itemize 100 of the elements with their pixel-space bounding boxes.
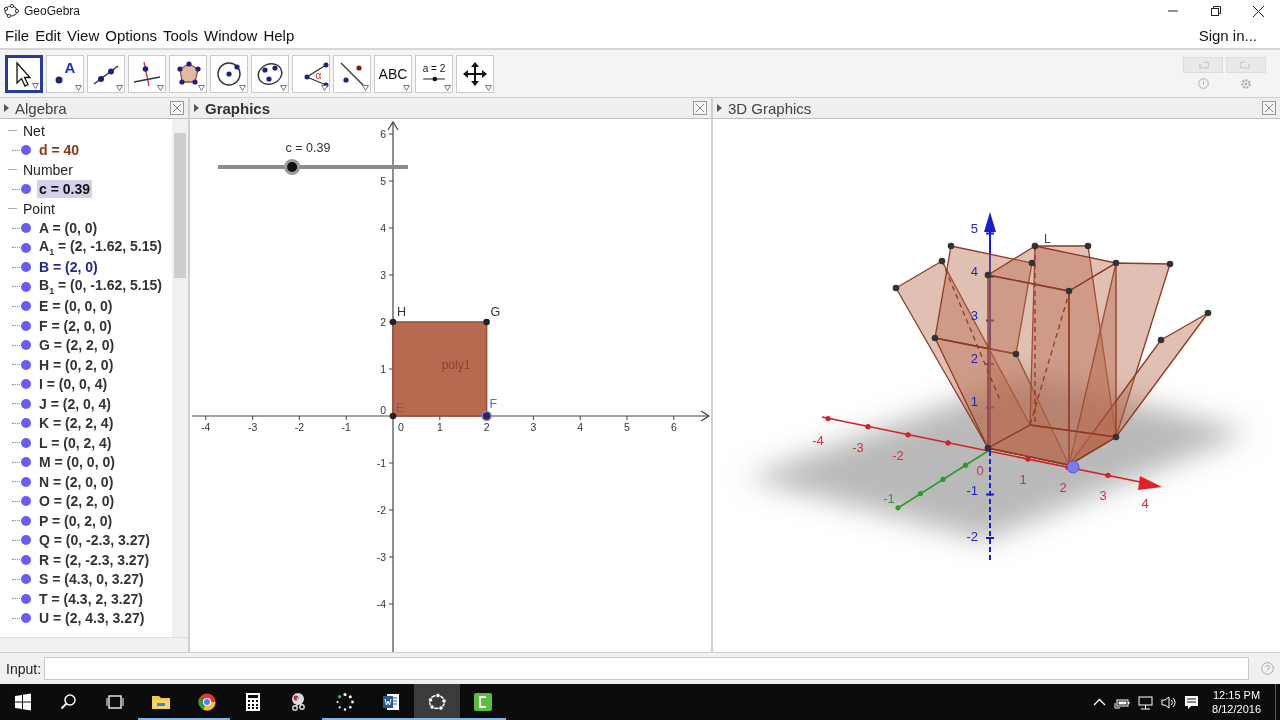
menu-item[interactable]: Help bbox=[260, 26, 298, 44]
axis-label: 1 bbox=[970, 394, 978, 409]
visibility-dot-icon[interactable] bbox=[21, 301, 31, 312]
notification-icon[interactable] bbox=[1183, 693, 1201, 711]
visibility-dot-icon[interactable] bbox=[21, 574, 31, 585]
panel-title: Algebra bbox=[15, 99, 67, 117]
caret-icon bbox=[198, 84, 205, 91]
input-field[interactable] bbox=[44, 657, 1249, 680]
vertex-point bbox=[931, 334, 939, 342]
axis-label: 0 bbox=[380, 404, 386, 416]
tool-button[interactable]: ABC bbox=[374, 54, 412, 93]
algebra-item[interactable]: M = (0, 0, 0) bbox=[37, 453, 117, 472]
tool-button[interactable]: a = 2 bbox=[415, 54, 453, 93]
visibility-dot-icon[interactable] bbox=[21, 242, 31, 253]
visibility-dot-icon[interactable] bbox=[21, 281, 31, 292]
visibility-dot-icon[interactable] bbox=[21, 496, 31, 507]
algebra-item[interactable]: Q = (0, -2.3, 3.27) bbox=[37, 531, 152, 550]
visibility-dot-icon[interactable] bbox=[21, 340, 31, 351]
menu-item[interactable]: Window bbox=[201, 26, 261, 44]
algebra-item[interactable]: T = (4.3, 2, 3.27) bbox=[37, 589, 145, 608]
visibility-dot-icon[interactable] bbox=[21, 223, 31, 234]
algebra-item[interactable]: B$_{1}$ = (0, -1.62, 5.15) bbox=[37, 276, 164, 298]
expand-arrow-icon[interactable] bbox=[717, 104, 722, 112]
calculator-icon bbox=[243, 692, 263, 712]
sign-in-link[interactable]: Sign in... bbox=[1192, 25, 1263, 45]
minimize-icon bbox=[1167, 10, 1178, 12]
slider-thumb[interactable] bbox=[284, 159, 301, 175]
algebra-item[interactable]: c = 0.39 bbox=[37, 180, 92, 199]
visibility-dot-icon[interactable] bbox=[21, 320, 31, 331]
visibility-dot-icon[interactable] bbox=[21, 437, 31, 448]
algebra-item[interactable]: U = (2, 4.3, 3.27) bbox=[37, 609, 147, 628]
visibility-dot-icon[interactable] bbox=[21, 515, 31, 526]
visibility-dot-icon[interactable] bbox=[21, 398, 31, 409]
algebra-item[interactable]: I = (0, 0, 4) bbox=[37, 375, 110, 394]
visibility-dot-icon[interactable] bbox=[21, 379, 31, 390]
algebra-item[interactable]: F = (2, 0, 0) bbox=[37, 316, 114, 335]
axis-label: -3 bbox=[247, 421, 258, 433]
close-icon bbox=[1253, 5, 1264, 17]
expand-arrow-icon[interactable] bbox=[194, 104, 199, 112]
visibility-dot-icon[interactable] bbox=[21, 593, 31, 604]
visibility-dot-icon[interactable] bbox=[21, 476, 31, 487]
axis-label: 6 bbox=[670, 421, 677, 433]
algebra-item[interactable]: S = (4.3, 0, 3.27) bbox=[37, 570, 146, 589]
restore-icon bbox=[1210, 6, 1221, 16]
visibility-dot-icon[interactable] bbox=[21, 457, 31, 468]
clock-time[interactable]: 12:15 PM bbox=[1213, 688, 1261, 702]
visibility-dot-icon[interactable] bbox=[21, 554, 31, 565]
point-icon bbox=[1066, 460, 1080, 474]
axis-label: 3 bbox=[530, 421, 537, 433]
algebra-item[interactable]: A = (0, 0) bbox=[37, 219, 100, 238]
algebra-item[interactable]: K = (2, 2, 4) bbox=[37, 414, 116, 433]
expand-arrow-icon[interactable] bbox=[4, 104, 9, 112]
menu-item[interactable]: Edit bbox=[32, 26, 65, 44]
volume-icon[interactable] bbox=[1160, 693, 1178, 711]
algebra-item[interactable]: A$_{1}$ = (2, -1.62, 5.15) bbox=[37, 237, 164, 259]
visibility-dot-icon[interactable] bbox=[21, 262, 31, 273]
algebra-item[interactable]: N = (2, 0, 0) bbox=[37, 472, 116, 491]
scrollbar[interactable] bbox=[172, 119, 188, 637]
axis-label: -3 bbox=[376, 551, 386, 563]
point-label: G bbox=[490, 305, 501, 319]
visibility-dot-icon[interactable] bbox=[21, 184, 31, 195]
taskbar-button[interactable] bbox=[414, 684, 460, 720]
point-icon bbox=[54, 75, 63, 84]
visibility-dot-icon[interactable] bbox=[21, 145, 31, 156]
visibility-dot-icon[interactable] bbox=[21, 535, 31, 546]
document-icon bbox=[381, 692, 401, 712]
tool-button[interactable]: α bbox=[292, 54, 330, 93]
algebra-item[interactable]: P = (0, 2, 0) bbox=[37, 511, 115, 530]
vertex-point bbox=[1031, 242, 1039, 250]
menu-item[interactable]: File bbox=[2, 26, 33, 44]
visibility-dot-icon[interactable] bbox=[21, 613, 31, 624]
axis-label: 5 bbox=[970, 221, 978, 236]
algebra-item[interactable]: H = (0, 2, 0) bbox=[37, 355, 116, 374]
algebra-item[interactable]: E = (0, 0, 0) bbox=[37, 297, 115, 316]
scrollbar-thumb[interactable] bbox=[174, 133, 186, 278]
algebra-item[interactable]: d = 40 bbox=[37, 141, 82, 160]
algebra-item[interactable]: O = (2, 2, 0) bbox=[37, 492, 117, 511]
menu-item[interactable]: Tools bbox=[160, 26, 201, 44]
axis-label: 2 bbox=[1059, 480, 1067, 495]
menu-item[interactable]: View bbox=[64, 26, 103, 44]
tool-button[interactable]: A bbox=[46, 54, 84, 93]
clock-date[interactable]: 8/12/2016 bbox=[1212, 702, 1261, 716]
slider-label: c = 0.39 bbox=[285, 141, 331, 155]
scrollbar[interactable] bbox=[0, 637, 188, 652]
vertex-point bbox=[1028, 259, 1036, 267]
axis-label: 3 bbox=[380, 269, 386, 281]
algebra-item[interactable]: B = (2, 0) bbox=[37, 258, 100, 277]
axis-label: 1 bbox=[436, 421, 443, 433]
algebra-item[interactable]: R = (2, -2.3, 3.27) bbox=[37, 550, 152, 569]
category-label: Point bbox=[23, 200, 55, 217]
network-icon[interactable] bbox=[1137, 693, 1155, 711]
menu-item[interactable]: Options bbox=[102, 26, 160, 44]
visibility-dot-icon[interactable] bbox=[21, 359, 31, 370]
algebra-item[interactable]: J = (2, 0, 4) bbox=[37, 394, 113, 413]
algebra-item[interactable]: G = (2, 2, 0) bbox=[37, 336, 117, 355]
slider-track[interactable] bbox=[218, 159, 408, 175]
algebra-item[interactable]: L = (0, 2, 4) bbox=[37, 433, 114, 452]
visibility-dot-icon[interactable] bbox=[21, 418, 31, 429]
caret-icon bbox=[116, 84, 123, 91]
tool-button[interactable] bbox=[5, 54, 43, 93]
